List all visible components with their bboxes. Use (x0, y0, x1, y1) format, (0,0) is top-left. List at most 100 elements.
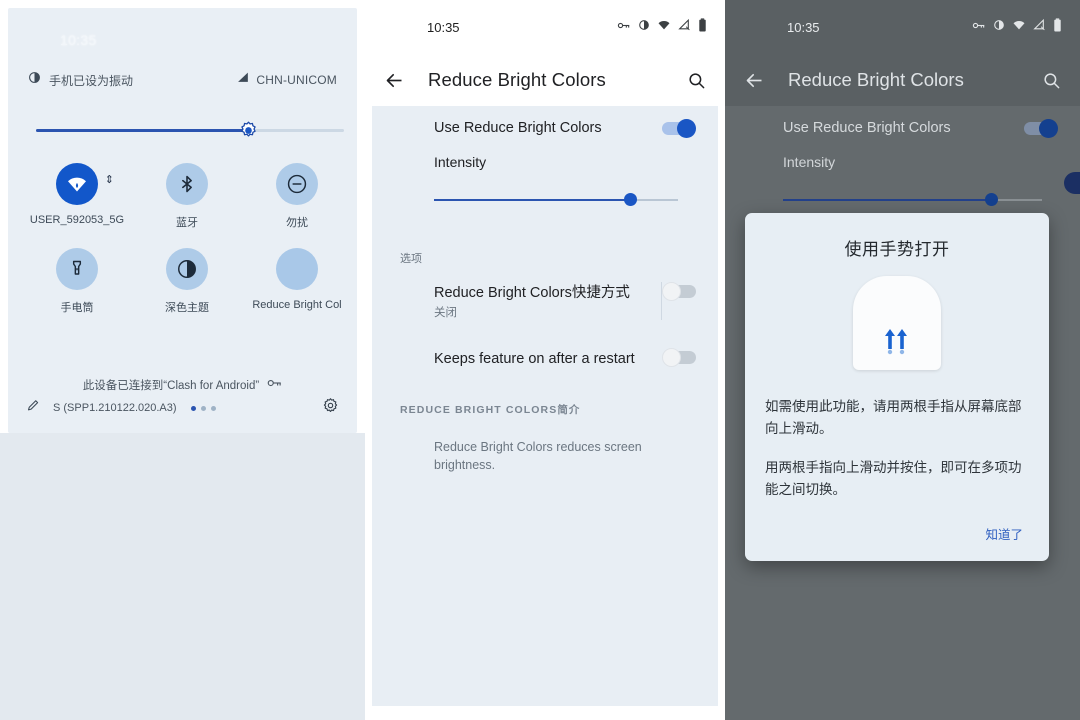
keeps-feature-option-texts: Keeps feature on after a restart (434, 350, 662, 368)
vpn-key-icon (267, 376, 282, 394)
dialog-confirm-button[interactable]: 知道了 (979, 520, 1029, 547)
toggle-knob (1039, 119, 1058, 138)
vpn-status-text: 此设备已连接到“Clash for Android” (82, 380, 260, 392)
brightness-thumb[interactable] (239, 121, 258, 140)
shortcut-toggle[interactable] (662, 282, 696, 301)
qs-tile-label: 勿扰 (286, 217, 308, 229)
shade-footer-left: S (SPP1.210122.020.A3) (26, 398, 216, 418)
slider-thumb[interactable] (624, 193, 638, 206)
build-version-text: S (SPP1.210122.020.A3) (53, 402, 177, 414)
battery-icon (1053, 17, 1062, 37)
use-reduce-bright-colors-row[interactable]: Use Reduce Bright Colors (372, 106, 718, 140)
qs-tile-label: 手电筒 (60, 302, 94, 314)
carrier-name: CHN-UNICOM (256, 73, 337, 87)
panel-gesture-dialog: 10:35 Reduce Bright Colors Use Reduce Br… (725, 0, 1080, 720)
dark-theme-tile-circle[interactable] (166, 248, 208, 290)
status-bar: 10:35 (8, 12, 357, 48)
row-label: Use Reduce Bright Colors (783, 120, 951, 136)
gear-icon (323, 398, 338, 413)
flashlight-tile-circle[interactable] (56, 248, 98, 290)
brightness-slider[interactable] (36, 120, 344, 142)
slider-thumb[interactable] (985, 193, 999, 206)
use-reduce-bright-colors-toggle[interactable] (662, 119, 696, 138)
back-button[interactable] (381, 67, 407, 93)
about-description: Reduce Bright Colors reduces screen brig… (434, 440, 642, 472)
vibrate-icon (638, 18, 650, 36)
dialog-paragraph: 用两根手指向上滑动并按住，即可在多项功能之间切换。 (765, 459, 1022, 497)
use-reduce-bright-colors-row[interactable]: Use Reduce Bright Colors (725, 106, 1080, 140)
intensity-slider[interactable] (783, 192, 1042, 208)
qs-tile-reduce-bright-colors[interactable]: Reduce Bright Col (242, 248, 352, 315)
qs-tile-wifi[interactable]: ⇕ USER_592053_5G (22, 163, 132, 230)
slider-fill (783, 199, 991, 201)
vpn-status-row[interactable]: 此设备已连接到“Clash for Android” (8, 376, 357, 394)
qs-tile-label: 蓝牙 (176, 217, 198, 229)
reduce-bright-colors-tile-circle[interactable] (276, 248, 318, 290)
gesture-dialog: 使用手势打开 如需使用此功能，请用两根手指从屏幕底部向上滑动。 用两根手指向上滑… (745, 213, 1049, 562)
qs-tile-flashlight[interactable]: 手电筒 (22, 248, 132, 315)
shade-footer: S (SPP1.210122.020.A3) (8, 397, 357, 419)
battery-icon (698, 17, 707, 37)
carrier-info: CHN-UNICOM (237, 71, 337, 89)
do-not-disturb-icon (287, 174, 307, 194)
dialog-title: 使用手势打开 (844, 240, 950, 259)
qs-tile-label: USER_592053_5G (29, 214, 125, 226)
flashlight-icon (72, 260, 82, 275)
panel-quick-settings: 10:35 手机已设为振动 CHN-UNICOM ⇕ USER_592053_5… (0, 0, 365, 720)
toggle-knob (662, 348, 681, 368)
two-finger-swipe-up-icon (880, 325, 914, 360)
panel-settings: 10:35 Reduce Bright Colors Use Reduce Br… (365, 0, 725, 720)
ringer-status-text: 手机已设为振动 (49, 73, 134, 88)
bluetooth-tile-circle[interactable] (166, 163, 208, 205)
shortcut-option-row[interactable]: Reduce Bright Colors快捷方式 关闭 (372, 266, 718, 320)
quick-settings-backdrop-inner (8, 433, 357, 720)
dialog-body: 如需使用此功能，请用两根手指从屏幕底部向上滑动。 用两根手指向上滑动并按住，即可… (765, 396, 1029, 500)
search-icon (1043, 72, 1059, 88)
status-bar: 10:35 (365, 0, 725, 54)
back-arrow-icon (746, 73, 761, 87)
back-button[interactable] (741, 67, 767, 93)
page-title: Reduce Bright Colors (428, 69, 606, 90)
qs-tile-dark-theme[interactable]: 深色主题 (132, 248, 242, 315)
vibrate-icon (993, 18, 1005, 36)
row-label: Use Reduce Bright Colors (434, 120, 602, 136)
intensity-label: Intensity (783, 154, 836, 170)
qs-tile-label: Reduce Bright Col (252, 299, 342, 311)
screenshot-stage: 10:35 手机已设为振动 CHN-UNICOM ⇕ USER_592053_5… (0, 0, 1080, 720)
slider-fill (434, 199, 630, 201)
quick-settings-shade: 10:35 手机已设为振动 CHN-UNICOM ⇕ USER_592053_5… (8, 8, 357, 433)
keeps-feature-toggle[interactable] (662, 348, 696, 368)
intensity-slider[interactable] (434, 192, 678, 208)
quick-settings-backdrop (0, 433, 365, 720)
keeps-feature-option-row[interactable]: Keeps feature on after a restart (372, 320, 718, 368)
options-section-header: 选项 (400, 253, 422, 265)
shortcut-option-texts: Reduce Bright Colors快捷方式 关闭 (434, 284, 662, 320)
obscured-toggle[interactable] (1064, 172, 1080, 194)
back-arrow-icon (386, 73, 401, 87)
shade-info-bar: 手机已设为振动 CHN-UNICOM (8, 71, 357, 89)
phone-illustration (853, 276, 941, 370)
edit-pencil-icon[interactable] (26, 398, 41, 418)
app-bar: Reduce Bright Colors (365, 54, 725, 106)
dialog-illustration (765, 276, 1029, 370)
search-button[interactable] (683, 67, 709, 93)
qs-tile-bluetooth[interactable]: 蓝牙 (132, 163, 242, 230)
search-button[interactable] (1038, 67, 1064, 93)
wifi-icon (657, 18, 671, 37)
settings-gear-button[interactable] (322, 397, 339, 419)
bluetooth-icon (182, 175, 192, 193)
brightness-fill (36, 129, 246, 132)
dnd-tile-circle[interactable] (276, 163, 318, 205)
toggle-knob (677, 119, 696, 138)
wifi-icon (1012, 18, 1026, 37)
wifi-tile-circle[interactable]: ⇕ (56, 163, 114, 205)
wifi-expand-icon[interactable]: ⇕ (105, 175, 114, 186)
about-section-header: REDUCE BRIGHT COLORS简介 (400, 404, 581, 417)
signal-icon (678, 18, 691, 36)
use-reduce-bright-colors-toggle[interactable] (1024, 119, 1058, 138)
status-bar: 10:35 (725, 0, 1080, 54)
search-icon (688, 72, 704, 88)
vibrate-icon (28, 71, 41, 89)
qs-tile-dnd[interactable]: 勿扰 (242, 163, 352, 230)
app-bar: Reduce Bright Colors (725, 54, 1080, 106)
